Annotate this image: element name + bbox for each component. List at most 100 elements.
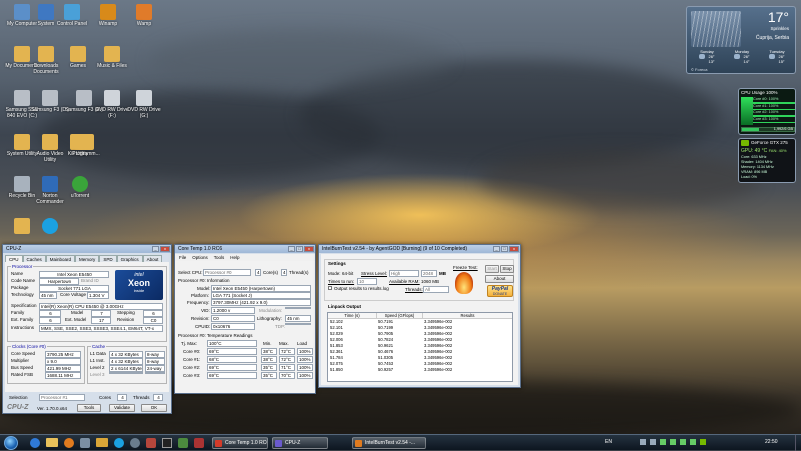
show-desktop-button[interactable] [795,435,801,451]
taskbar-gear-icon[interactable] [130,438,140,448]
taskbar-explorer-icon[interactable] [46,438,58,447]
taskbar-folder-icon[interactable] [96,438,108,447]
desktop-icon-label: Control Panel [56,21,88,27]
close-button[interactable]: x [160,246,170,252]
taskbar-paint-icon[interactable] [146,438,156,448]
ibt-titlebar[interactable]: IntelBurnTest v2.54 - by AgentGOD [Burni… [319,245,520,253]
tray-icons[interactable] [640,439,730,447]
desktop-icon[interactable]: uTorrent [60,176,100,199]
ok-button[interactable]: OK [141,404,167,412]
core-temp-row: Core #3: 69°C 35°C 70°C 100% [175,372,315,380]
taskbar-cmd-icon[interactable] [162,438,172,448]
gpu-fan: FAN: 40% [768,148,787,153]
output-checkbox[interactable] [328,286,332,290]
times-to-run-input[interactable]: 10 [357,278,377,285]
tools-button[interactable]: Tools [77,404,101,412]
stop-button[interactable]: Stop [500,265,514,273]
taskbar-media-icon[interactable] [64,438,74,448]
folder-icon [14,218,30,234]
cpu-gadget-title: CPU Usage [741,90,765,95]
taskbar-shield-icon[interactable] [178,438,188,448]
cpuz-window[interactable]: CPU-Z _ x CPU Caches Mainboard Memory SPD Grap… [2,244,172,414]
stress-level-select[interactable]: High [389,270,419,277]
taskbar-window-button[interactable]: Core Temp 1.0 RC6 [212,437,268,449]
minimize-button[interactable]: _ [152,246,159,252]
intelburntest-window[interactable]: IntelBurnTest v2.54 - by AgentGOD [Burni… [318,244,521,388]
cpuz-tab-about[interactable]: About [142,255,163,262]
utorrent-icon [72,176,88,192]
taskbar-app-icon[interactable] [194,438,204,448]
core-temp-row: Core #1: 68°C 38°C 72°C 100% [175,356,315,364]
language-indicator[interactable]: EN [605,439,612,445]
menu-options[interactable]: Options [192,254,208,261]
taskbar-clock[interactable]: 22:50 [765,439,778,445]
dvd-icon [136,90,152,106]
validate-button[interactable]: Validate [109,404,135,412]
maximize-button[interactable]: □ [296,246,303,252]
desktop-icon[interactable]: DVD RW Drive (G:) [124,90,164,119]
taskbar-skype-icon[interactable] [114,438,124,448]
desktop-icon[interactable]: Winamp [88,4,128,27]
taskbar: Core Temp 1.0 RC6 CPU-Z IntelBurnTest v2.5… [0,434,801,451]
about-button[interactable]: About [485,275,514,283]
threads-select[interactable]: All [423,286,449,293]
flame-icon [455,272,473,294]
control-panel-icon [64,4,80,20]
desktop-icon-label: Programm... [72,151,100,157]
weather-gadget[interactable]: 17° Sprinkles Ćuprija, Serbia Sunday 26° 1… [686,6,796,74]
cpuz-titlebar[interactable]: CPU-Z _ x [3,245,171,253]
cpuz-tab-graphics[interactable]: Graphics [116,255,143,262]
tray-temp-icon [680,439,686,445]
drive-icon [76,90,92,106]
desktop-icon[interactable]: Wamp [124,4,164,27]
taskbar-ie-icon[interactable] [30,438,40,448]
taskbar-settings-icon[interactable] [80,438,90,448]
paypal-donate-button[interactable]: PayPal DONATE [487,285,513,297]
intel-xeon-logo: intel Xeon inside [115,270,163,300]
desktop-icon[interactable] [30,218,70,235]
desktop-icon[interactable]: Music & Files [92,46,132,69]
minimize-button[interactable]: _ [288,246,295,252]
cpuz-tab-spd[interactable]: SPD [99,255,117,262]
desktop-icon-label: DVD RW Drive (G:) [127,107,161,119]
gpu-gadget[interactable]: GeForce GTX 275 GPU: 49 °C FAN: 40% Core… [738,138,796,183]
recycle-bin-icon [14,176,30,192]
drive-icon [42,90,58,106]
ram-value: 1,992/6 GB [773,127,793,131]
menu-file[interactable]: File [179,254,186,261]
desktop-icon[interactable]: Control Panel [52,4,92,27]
app-icon [355,440,362,447]
weather-condition: Sprinkles [770,26,789,31]
menu-tools[interactable]: Tools [214,254,225,261]
weather-location: Ćuprija, Serbia [755,35,789,41]
close-button[interactable]: x [509,246,519,252]
maximize-button[interactable]: □ [501,246,508,252]
taskbar-window-button[interactable]: CPU-Z [272,437,328,449]
linpack-row: 51.850 50.9257 3.349596e-002 [330,367,453,372]
start-button[interactable]: Start [485,265,499,273]
weather-icon [699,54,706,59]
weather-temp: 17° [767,9,789,25]
app-icon [275,440,282,447]
weather-icon [769,54,776,59]
processor-select[interactable]: Processor #1 [39,394,85,401]
cpuz-tab-mainboard[interactable]: Mainboard [45,255,76,262]
coretemp-window[interactable]: Core Temp 1.0 RC6 _ □ x File Options Tools He… [174,244,316,394]
taskbar-window-button[interactable]: IntelBurnTest v2.54 -... [352,437,426,449]
cpuz-tab-memory[interactable]: Memory [75,255,100,262]
tray-temp-icon [670,439,676,445]
select-cpu-dropdown[interactable]: Processor #0 [203,269,251,276]
cpuz-tab-caches[interactable]: Caches [22,255,46,262]
folder-icon [78,134,94,150]
drive-icon [14,90,30,106]
start-orb[interactable] [4,436,18,450]
close-button[interactable]: x [304,246,314,252]
minimize-button[interactable]: _ [493,246,500,252]
app-icon [215,440,222,447]
menu-help[interactable]: Help [230,254,239,261]
forecast-day: Tuesday 26° 15° [769,49,785,64]
desktop-icon[interactable]: Programm... [66,134,106,157]
coretemp-titlebar[interactable]: Core Temp 1.0 RC6 _ □ x [175,245,315,253]
cpuz-tab-cpu[interactable]: CPU [5,255,23,262]
cpu-usage-gadget[interactable]: CPU Usage 100% Core #0: 100% Core #1: 100… [738,88,796,135]
